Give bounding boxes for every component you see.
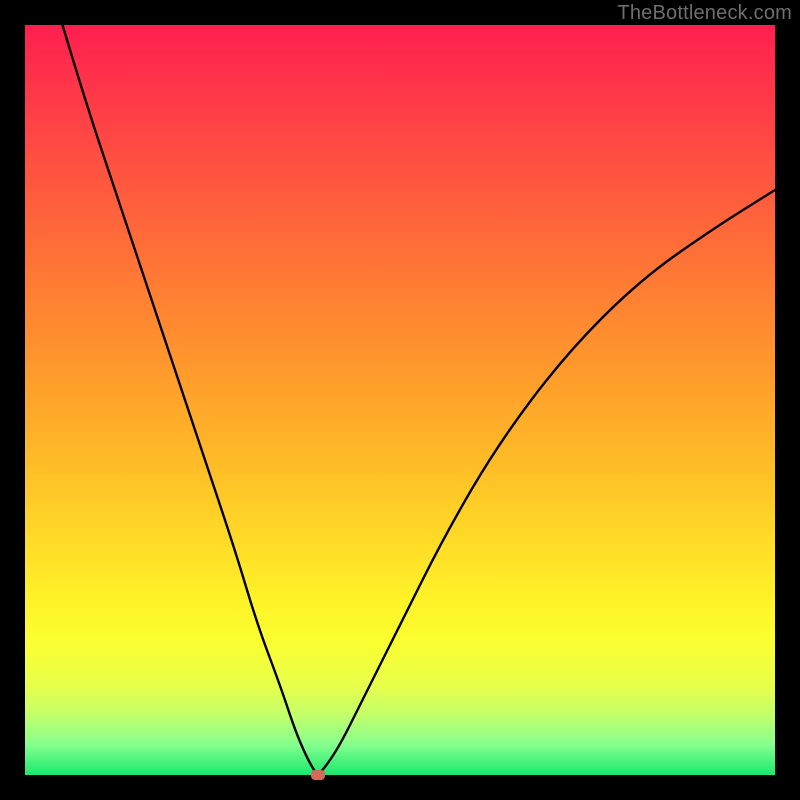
bottleneck-curve xyxy=(25,25,775,775)
chart-frame: TheBottleneck.com xyxy=(0,0,800,800)
plot-area xyxy=(25,25,775,775)
watermark-label: TheBottleneck.com xyxy=(617,2,792,25)
minimum-marker xyxy=(311,770,325,780)
